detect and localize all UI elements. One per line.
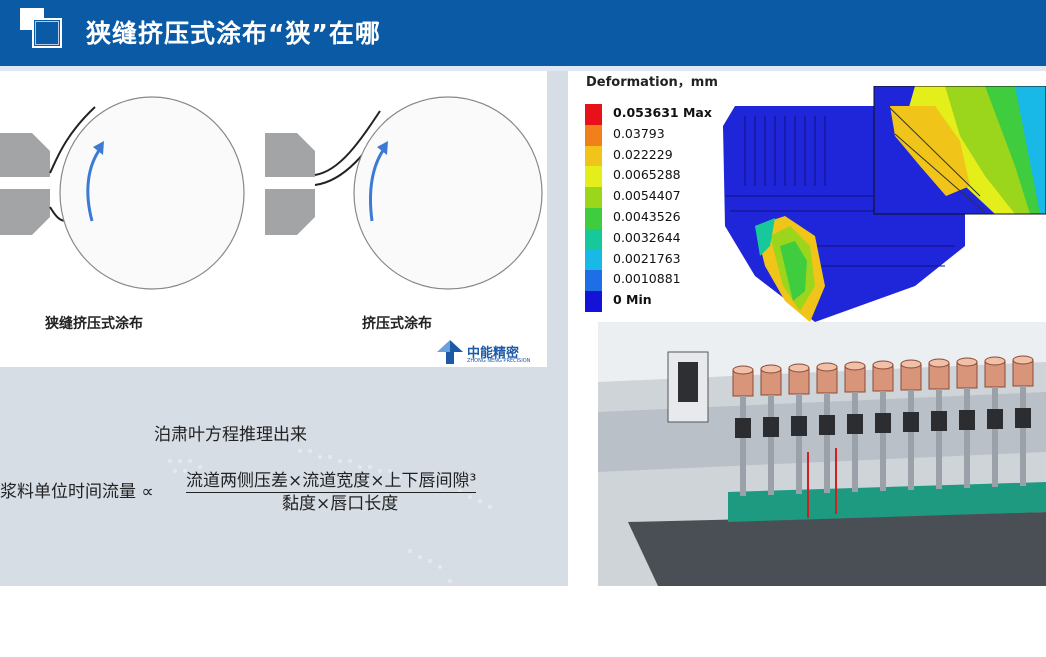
legend-label: 0.0021763 — [613, 250, 681, 266]
formula-heading: 泊肃叶方程推理出来 — [154, 425, 307, 445]
extrusion-label: 挤压式涂布 — [362, 316, 432, 332]
page-title: 狭缝挤压式涂布“狭”在哪 — [86, 19, 381, 48]
world-map-background — [168, 449, 532, 639]
slot-die-illustration — [0, 96, 245, 290]
header-bar: 狭缝挤压式涂布“狭”在哪 — [0, 0, 1046, 66]
legend-swatch — [585, 249, 602, 271]
zhongneng-logo-icon — [437, 340, 463, 364]
fea-deformation-render — [715, 86, 1046, 322]
legend-swatch — [585, 208, 602, 229]
legend-label: 0.03793 — [613, 125, 665, 141]
legend-label: 0.053631 Max — [613, 105, 712, 120]
coating-diagram-panel: 狭缝挤压式涂布 挤压式涂布 中能精密 ZHONG NENG PRECISION — [0, 71, 547, 367]
legend-label: 0.022229 — [613, 146, 673, 162]
legend-swatch — [585, 228, 602, 250]
brand-subtitle: ZHONG NENG PRECISION — [467, 358, 531, 364]
legend-title: Deformation，mm — [586, 75, 718, 90]
legend-swatch — [585, 145, 602, 167]
slot-die-label: 狭缝挤压式涂布 — [45, 316, 143, 332]
legend-label: 0.0010881 — [613, 271, 681, 287]
legend-swatch — [585, 270, 602, 292]
extrusion-coater-illustration — [265, 96, 543, 290]
legend-swatch — [585, 124, 602, 146]
slot-die-machine-render — [598, 322, 1046, 586]
legend-swatch — [585, 166, 602, 188]
logo-frame-icon — [32, 18, 62, 48]
legend-label: 0.0043526 — [613, 209, 681, 224]
legend-label: 0 Min — [613, 292, 652, 308]
legend-label: 0.0032644 — [613, 229, 681, 245]
formula-denominator: 黏度×唇口长度 — [282, 494, 399, 514]
legend-swatch — [585, 104, 602, 125]
legend-swatch — [585, 291, 602, 313]
formula-lhs: 浆料单位时间流量 ∝ — [0, 482, 154, 502]
brand-logo: 中能精密 ZHONG NENG PRECISION — [437, 340, 537, 364]
legend-label: 0.0065288 — [613, 167, 681, 183]
legend-swatch — [585, 187, 602, 209]
legend-label: 0.0054407 — [613, 188, 681, 204]
